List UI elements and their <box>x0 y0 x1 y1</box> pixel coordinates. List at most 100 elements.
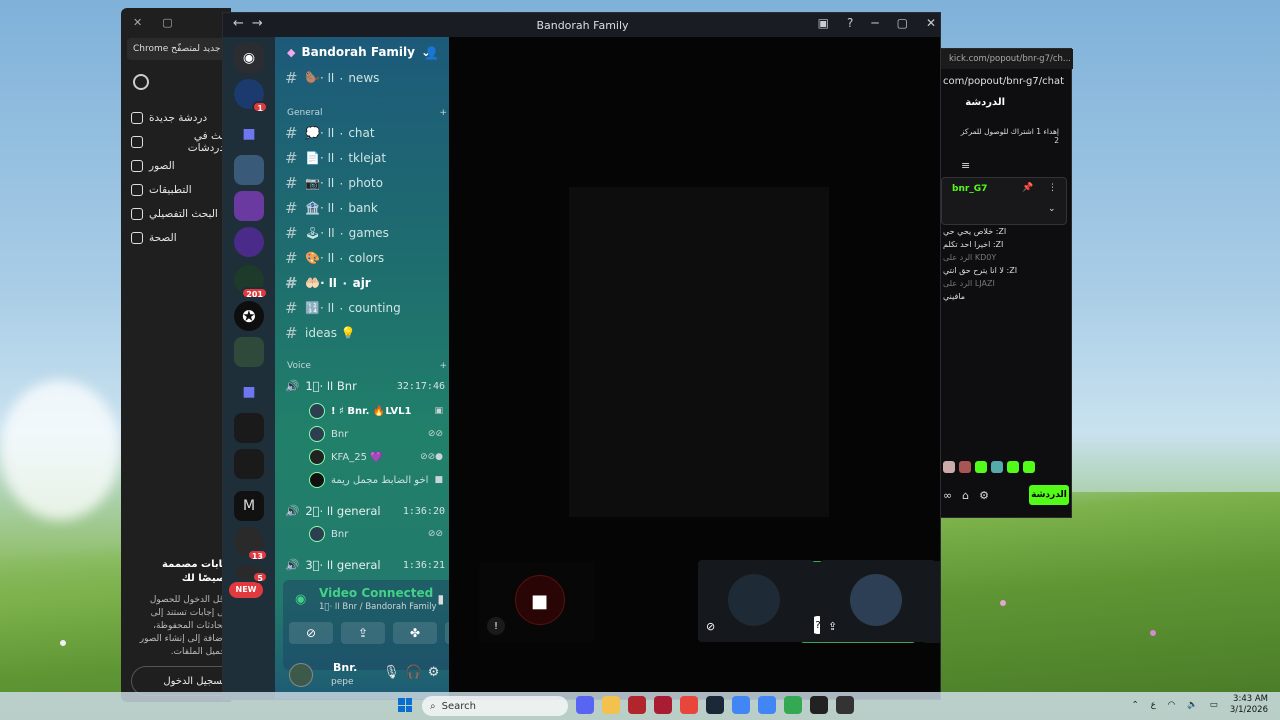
gear-icon[interactable]: ⚙ <box>979 489 989 502</box>
user-status[interactable]: pepe <box>331 677 354 687</box>
username[interactable]: Bnr. <box>333 661 357 674</box>
close-icon[interactable]: ✕ <box>926 16 936 30</box>
server-icon[interactable] <box>234 337 264 367</box>
file-explorer-icon[interactable] <box>602 696 620 714</box>
app-icon[interactable] <box>836 696 854 714</box>
wifi-icon[interactable]: ◠ <box>1168 700 1175 710</box>
menu-item-new-chat[interactable]: دردشة جديدة <box>131 106 231 130</box>
chevron-down-icon[interactable]: ⌄ <box>1048 204 1056 214</box>
kick-pinned-message[interactable]: bnr_G7 📌 ⋮ ⌄ <box>941 177 1067 225</box>
minimize-icon[interactable]: ─ <box>871 16 878 30</box>
server-icon[interactable] <box>234 155 264 185</box>
close-icon[interactable]: ✕ <box>133 16 142 29</box>
server-icon[interactable] <box>234 449 264 479</box>
server-icon[interactable] <box>234 227 264 257</box>
server-icon[interactable]: 1 <box>234 79 268 113</box>
channel-games[interactable]: # 🕹⋅ ٠ اا games <box>285 222 445 244</box>
emote-icon[interactable] <box>959 461 971 473</box>
help-icon[interactable]: ? <box>847 16 853 30</box>
kick-tab-url[interactable]: kick.com/popout/bnr-g7/ch... <box>941 49 1073 69</box>
language-indicator[interactable]: ع <box>1151 700 1156 710</box>
pinned-username[interactable]: bnr_G7 <box>952 184 987 194</box>
pin-icon[interactable]: 📌 <box>1022 183 1033 193</box>
menu-item-apps[interactable]: التطبيقات <box>131 178 231 202</box>
chatgpt-logo-icon[interactable] <box>133 74 149 90</box>
folder-icon[interactable]: ■ <box>234 377 264 407</box>
inbox-icon[interactable]: ▣ <box>818 16 829 30</box>
more-icon[interactable]: ⋮ <box>1048 183 1057 193</box>
headphones-icon[interactable]: 🎧 <box>406 665 428 680</box>
clock[interactable]: 3:43 AM 3/1/2026 <box>1230 694 1268 716</box>
channel-colors[interactable]: # 🎨⋅ ٠ اا colors <box>285 247 445 269</box>
menu-item-health[interactable]: الصحة <box>131 226 231 250</box>
discord-home-icon[interactable]: ◉ <box>234 43 264 73</box>
channel-ideas[interactable]: # ideas 💡 <box>285 322 445 344</box>
voice-user[interactable]: Bnr ⊘⊘ <box>309 424 443 444</box>
voice-user[interactable]: Bnr ⊘⊘ <box>309 524 443 544</box>
voice-user[interactable]: ! ♯ Bnr. 🔥LVL1 ▣ <box>309 401 443 421</box>
video-connected-label[interactable]: Video Connected <box>319 586 433 600</box>
terminal-icon[interactable] <box>810 696 828 714</box>
server-icon[interactable]: M <box>234 491 264 521</box>
server-icon[interactable]: 5 <box>234 565 268 583</box>
signal-icon[interactable]: ◉ <box>295 592 306 607</box>
new-badge[interactable]: NEW <box>229 582 263 598</box>
app-icon[interactable] <box>628 696 646 714</box>
maximize-icon[interactable]: ▢ <box>897 16 908 30</box>
app-icon[interactable] <box>654 696 672 714</box>
voice-channel-general-3[interactable]: 🔊 3⃣⋅ اا general 1:36:21 <box>285 554 445 576</box>
gear-icon[interactable]: ⚙ <box>428 665 446 680</box>
taskbar-search[interactable]: ⌕ Search <box>422 696 568 716</box>
channel-chat[interactable]: # 💭⋅ ٠ اا chat <box>285 122 445 144</box>
kick-address-bar[interactable]: com/popout/bnr-g7/chat <box>941 71 1073 91</box>
avatar[interactable] <box>289 663 313 687</box>
chrome-icon[interactable] <box>680 696 698 714</box>
battery-icon[interactable]: ▭ <box>1210 700 1218 710</box>
folder-icon[interactable]: ■ <box>234 119 264 149</box>
emote-icon[interactable] <box>975 461 987 473</box>
channel-news[interactable]: # 🦫⋅ ٠ اا news <box>285 67 445 89</box>
restore-icon[interactable]: ▢ <box>162 16 172 29</box>
voice-user[interactable]: KFA_25 💜 ⊘⊘● <box>309 447 443 467</box>
channel-ajr[interactable]: # 🤲🏻⋅ ٠ اا ajr <box>285 272 445 294</box>
server-icon[interactable]: ✪ <box>234 301 264 331</box>
participant-tile[interactable]: ■ ! <box>479 561 595 643</box>
chrome-icon[interactable] <box>758 696 776 714</box>
server-icon[interactable] <box>234 191 264 221</box>
participant-tile[interactable]: ⊘ <box>698 560 814 642</box>
chrome-banner[interactable]: Chrome جديد لمتصفّح <box>127 38 231 60</box>
menu-item-search-chats[interactable]: بحث في الدردشات <box>131 130 231 154</box>
plus-icon[interactable]: + <box>439 361 447 371</box>
channel-photo[interactable]: # 📷⋅ ٠ اا photo <box>285 172 445 194</box>
emote-icon[interactable] <box>991 461 1003 473</box>
main-video[interactable] <box>569 187 829 517</box>
channel-counting[interactable]: # 🔢⋅ ٠ اا counting <box>285 297 445 319</box>
activities-button[interactable]: ✤ <box>393 622 437 644</box>
server-icon[interactable]: 201 <box>234 265 268 299</box>
participant-tile[interactable]: ⇪ <box>820 560 936 642</box>
microphone-icon[interactable]: 🎙 <box>383 665 406 680</box>
voice-user[interactable]: اخو الضابط مجمل ريمة ■ <box>309 470 443 490</box>
channel-tklejat[interactable]: # 📄⋅ ٠ اا tklejat <box>285 147 445 169</box>
volume-icon[interactable]: 🔈 <box>1187 700 1198 710</box>
video-connected-channel[interactable]: 1⃣⋅ اا Bnr / Bandorah Family <box>319 602 437 612</box>
server-header[interactable]: ◆ Bandorah Family ⌄ <box>287 45 431 59</box>
voice-channel-bnr[interactable]: 🔊 1⃣⋅ اا Bnr 32:17:46 <box>285 375 445 397</box>
chrome-icon[interactable] <box>732 696 750 714</box>
category-voice[interactable]: Voice + <box>287 359 447 373</box>
infinity-icon[interactable]: ∞ <box>943 489 952 502</box>
voice-channel-general-2[interactable]: 🔊 2⃣⋅ اا general 1:36:20 <box>285 500 445 522</box>
chevron-up-icon[interactable]: ⌃ <box>1132 700 1139 710</box>
chat-send-button[interactable]: الدردشة <box>1029 485 1069 505</box>
kick-reward-text[interactable]: إهداء 1 اشتراك للوصول للمركز 2 <box>959 127 1059 145</box>
server-icon[interactable] <box>234 413 264 443</box>
plus-icon[interactable]: + <box>439 108 447 118</box>
category-general[interactable]: General + <box>287 106 447 120</box>
emote-icon[interactable] <box>1007 461 1019 473</box>
invite-members-icon[interactable]: 👤 <box>424 46 439 60</box>
filter-icon[interactable]: ≡ <box>961 159 970 172</box>
windows-start-icon[interactable] <box>398 698 412 712</box>
menu-item-images[interactable]: الصور <box>131 154 231 178</box>
store-icon[interactable]: ⌂ <box>962 489 969 502</box>
menu-item-deep-research[interactable]: البحث التفصيلي <box>131 202 231 226</box>
